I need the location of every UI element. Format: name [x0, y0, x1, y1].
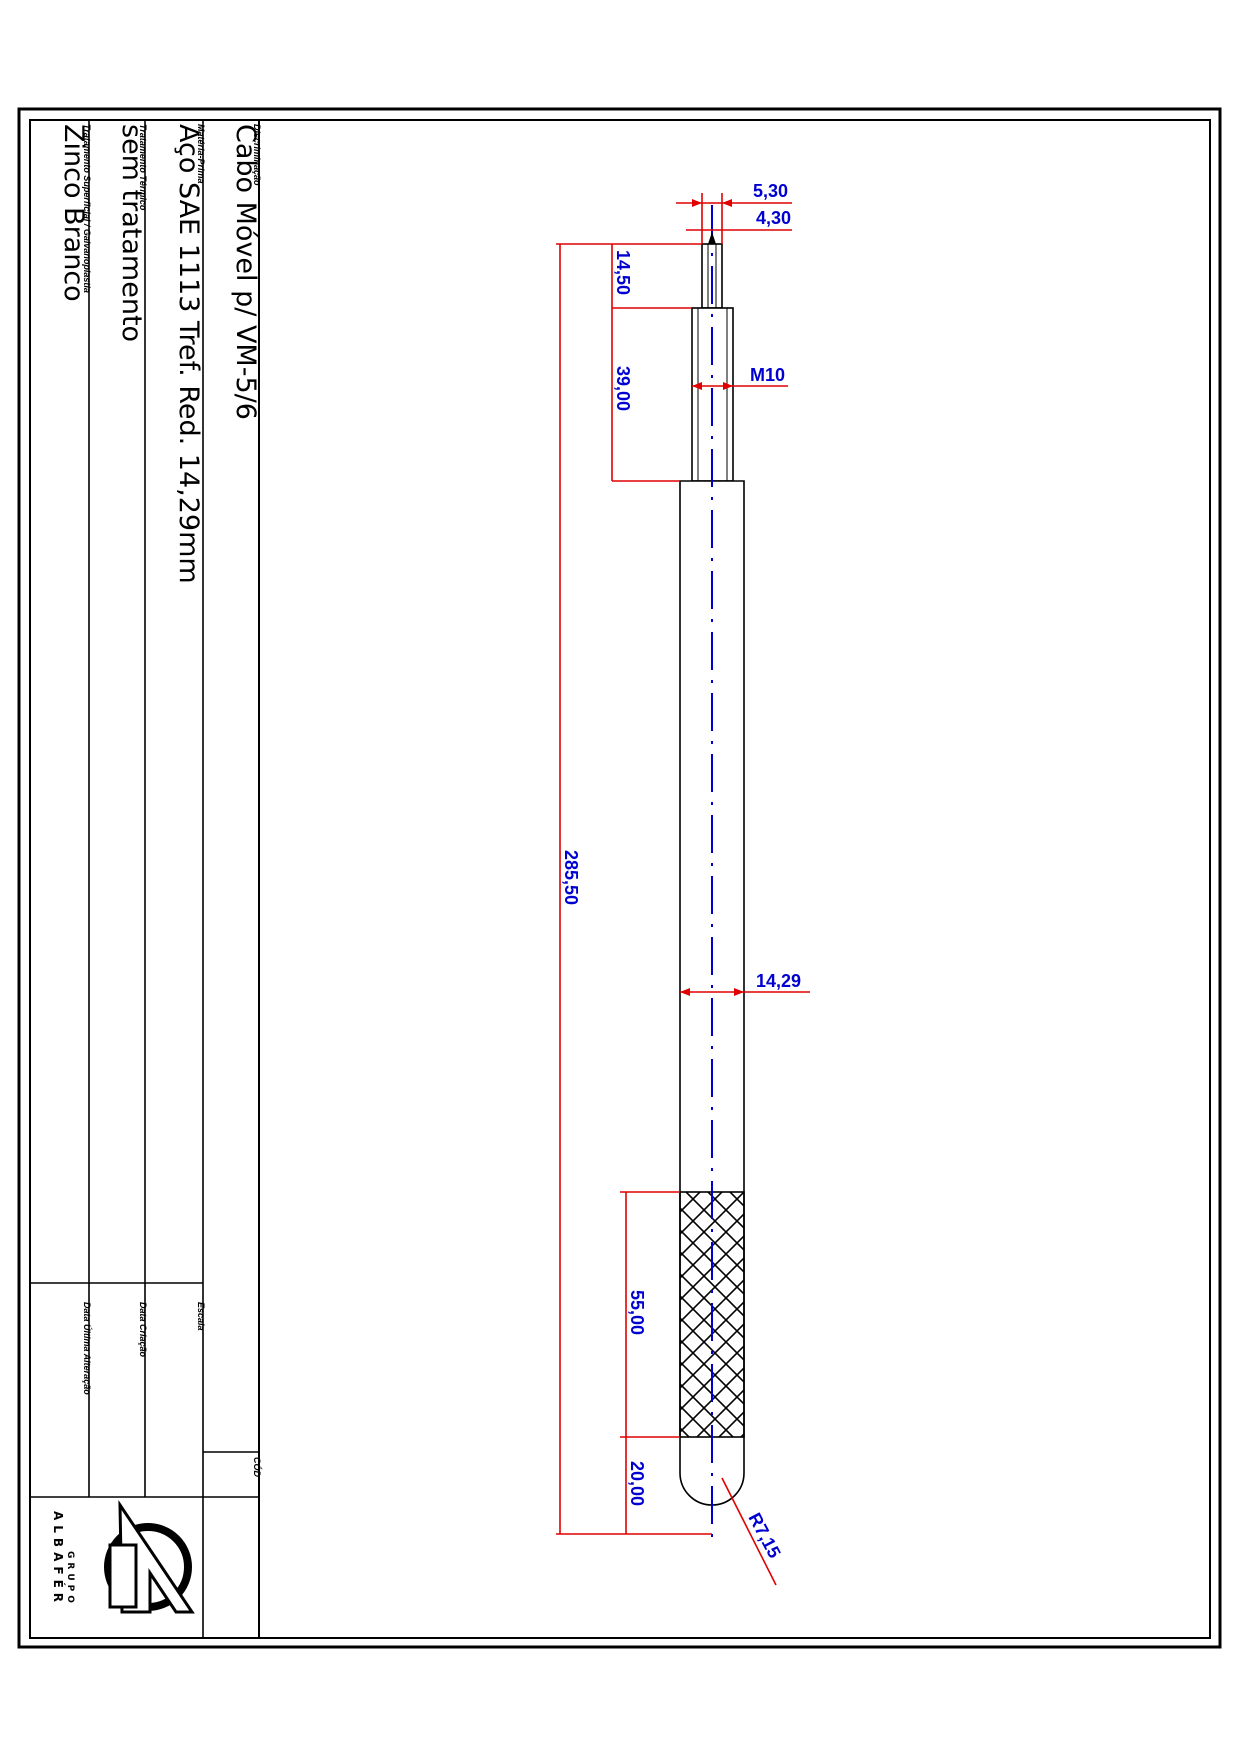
title-block: Discriminação Cabo Móvel p/ VM-5/6 Matér… [30, 120, 263, 1638]
materia-prima-value: Aço SAE 1113 Tref. Red. 14,29mm [173, 124, 204, 584]
part-outline [679, 205, 745, 1545]
dim-55-00: 55,00 [627, 1290, 647, 1335]
tratamento-superficial-value: Zinco Branco [58, 124, 89, 302]
dim-4-30: 4,30 [756, 208, 791, 228]
data-criacao-label: Data Criação [138, 1302, 148, 1358]
logo-text: ALBAFÉR [51, 1511, 66, 1607]
dim-14-29: 14,29 [756, 971, 801, 991]
tratamento-termico-value: sem tratamento [116, 124, 147, 342]
cod-label: CÓD [252, 1457, 263, 1478]
data-ultima-alteracao-label: Data Última Alteração [82, 1302, 93, 1395]
inner-border [29, 119, 1211, 1639]
albafer-logo: GRUPO ALBAFÉR [51, 1499, 195, 1614]
logo-subtext: GRUPO [65, 1551, 75, 1607]
dim-20-00: 20,00 [627, 1461, 647, 1506]
technical-drawing-sheet: Discriminação Cabo Móvel p/ VM-5/6 Matér… [17, 107, 1222, 1649]
dim-14-50: 14,50 [613, 250, 633, 295]
dim-5-30: 5,30 [753, 181, 788, 201]
discriminacao-value: Cabo Móvel p/ VM-5/6 [230, 124, 261, 420]
dim-m10: M10 [750, 365, 785, 385]
escala-label: Escala [196, 1302, 206, 1331]
dim-285-50: 285,50 [561, 850, 581, 905]
dim-39-00: 39,00 [613, 366, 633, 411]
